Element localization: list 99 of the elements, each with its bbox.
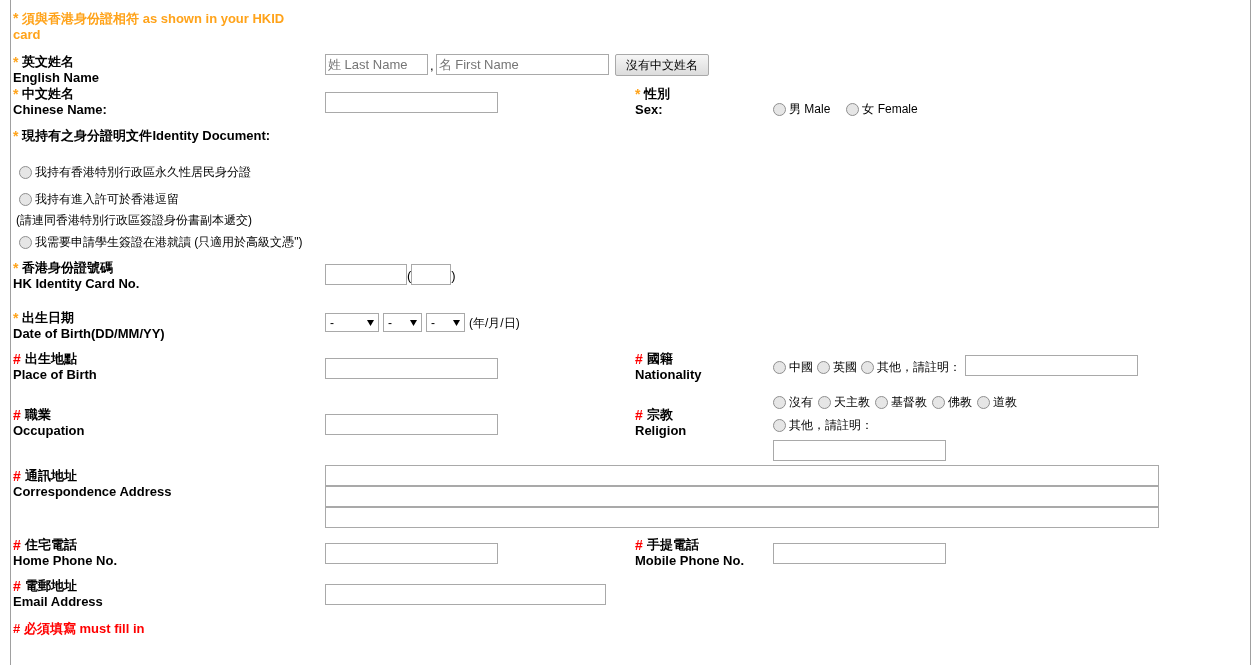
- required-mark: *: [635, 86, 641, 102]
- required-mark: *: [13, 86, 19, 102]
- label-text: 現持有之身分證明文件Identity Document:: [22, 127, 271, 145]
- input-field[interactable]: 名 First Name: [435, 54, 609, 75]
- required-mark: #: [635, 407, 643, 423]
- label-english: Sex:: [635, 102, 664, 118]
- radio-button[interactable]: [817, 360, 830, 374]
- required-mark: #: [635, 351, 643, 367]
- radio-button[interactable]: [773, 395, 786, 409]
- input-field[interactable]: [773, 440, 946, 461]
- radio-label: 女 Female: [862, 101, 918, 118]
- required-mark: *: [13, 54, 19, 70]
- label-english: Mobile Phone No.: [635, 553, 746, 569]
- label-english: English Name: [13, 70, 100, 86]
- radio-button[interactable]: [773, 418, 786, 432]
- radio-button[interactable]: [977, 395, 990, 409]
- radio-label: 中國: [789, 359, 813, 376]
- label-english: Nationality: [635, 367, 703, 383]
- radio-button[interactable]: [19, 235, 32, 249]
- dropdown-arrow-icon: [453, 319, 460, 326]
- label-english: HK Identity Card No.: [13, 276, 141, 292]
- label-chinese: 香港身份證號碼: [22, 260, 114, 276]
- label-chinese: 英文姓名: [22, 54, 75, 70]
- radio-label: 道教: [993, 394, 1017, 411]
- label-chinese: 性別: [644, 86, 671, 102]
- label-chinese: 住宅電話: [24, 537, 77, 553]
- label-chinese: 電郵地址: [24, 578, 77, 594]
- parenthesis-text: ): [451, 267, 456, 285]
- dropdown-arrow-icon: [367, 319, 374, 326]
- no-chinese-name-button[interactable]: 沒有中文姓名: [614, 54, 709, 76]
- radio-label: 我持有進入許可於香港逗留: [35, 191, 179, 208]
- label-chinese: 手提電話: [646, 537, 699, 553]
- label-english: Email Address: [13, 594, 104, 610]
- input-field[interactable]: [773, 543, 946, 564]
- radio-label: 基督教: [891, 394, 927, 411]
- radio-button[interactable]: [932, 395, 945, 409]
- label-chinese: 國籍: [646, 351, 673, 367]
- radio-button[interactable]: [861, 360, 874, 374]
- separator-text: ,: [430, 57, 434, 75]
- label-english: Home Phone No.: [13, 553, 118, 569]
- radio-button[interactable]: [818, 395, 831, 409]
- label-chinese: 出生日期: [22, 310, 75, 326]
- date-select[interactable]: -: [383, 313, 422, 332]
- label-chinese: 中文姓名: [22, 86, 75, 102]
- radio-button[interactable]: [773, 360, 786, 374]
- label-english: Religion: [635, 423, 688, 439]
- input-field[interactable]: [325, 92, 498, 113]
- input-field[interactable]: [411, 264, 452, 285]
- input-field[interactable]: [325, 486, 1159, 507]
- radio-button[interactable]: [846, 102, 860, 116]
- label-english: Date of Birth(DD/MM/YY): [13, 326, 166, 342]
- notice-text: * 須與香港身份證相符 as shown in your HKID card: [13, 11, 285, 42]
- note-text: (請連同香港特別行政區簽證身份書副本遞交): [16, 212, 253, 229]
- input-field[interactable]: [325, 507, 1159, 528]
- required-mark: *: [13, 260, 19, 276]
- input-field[interactable]: [325, 264, 407, 285]
- required-mark: *: [13, 127, 19, 146]
- label-chinese: 出生地點: [24, 351, 77, 367]
- required-mark: *: [13, 310, 19, 326]
- required-mark: #: [13, 537, 21, 553]
- input-field[interactable]: [325, 414, 498, 435]
- input-field[interactable]: [325, 543, 498, 564]
- required-mark: #: [635, 537, 643, 553]
- input-field[interactable]: [325, 465, 1159, 486]
- radio-label: 天主教: [834, 394, 870, 411]
- footer-note: # 必須填寫 must fill in: [13, 621, 145, 636]
- date-select[interactable]: -: [426, 313, 465, 332]
- label-english: Place of Birth: [13, 367, 98, 383]
- radio-label: 我持有香港特別行政區永久性居民身分證: [35, 164, 251, 181]
- label-english: Occupation: [13, 423, 86, 439]
- required-mark: #: [13, 468, 21, 484]
- label-english: Correspondence Address: [13, 484, 173, 500]
- parenthesis-text: (: [407, 267, 412, 285]
- date-format-hint: (年/月/日): [469, 315, 520, 332]
- required-mark: *: [13, 10, 19, 26]
- required-mark: #: [13, 578, 21, 594]
- required-mark: #: [13, 351, 21, 367]
- label-english: Chinese Name:: [13, 102, 108, 118]
- input-field[interactable]: [325, 358, 498, 379]
- radio-label: 其他，請註明：: [877, 359, 961, 376]
- input-field[interactable]: [965, 355, 1138, 376]
- radio-button[interactable]: [19, 165, 32, 179]
- radio-label: 其他，請註明：: [789, 417, 873, 434]
- date-select[interactable]: -: [325, 313, 379, 332]
- radio-label: 佛教: [948, 394, 972, 411]
- radio-label: 英國: [833, 359, 857, 376]
- radio-button[interactable]: [875, 395, 888, 409]
- dropdown-arrow-icon: [410, 319, 417, 326]
- label-chinese: 職業: [24, 407, 51, 423]
- input-field[interactable]: 姓 Last Name: [325, 54, 428, 75]
- radio-button[interactable]: [773, 102, 786, 116]
- radio-label: 沒有: [789, 394, 813, 411]
- required-mark: #: [13, 407, 21, 423]
- radio-label: 我需要申請學生簽證在港就讀 (只適用於高級文憑"): [35, 234, 303, 251]
- radio-label: 男 Male: [789, 101, 831, 118]
- radio-button[interactable]: [19, 192, 32, 206]
- label-chinese: 通訊地址: [24, 468, 77, 484]
- label-chinese: 宗教: [646, 407, 673, 423]
- input-field[interactable]: [325, 584, 606, 605]
